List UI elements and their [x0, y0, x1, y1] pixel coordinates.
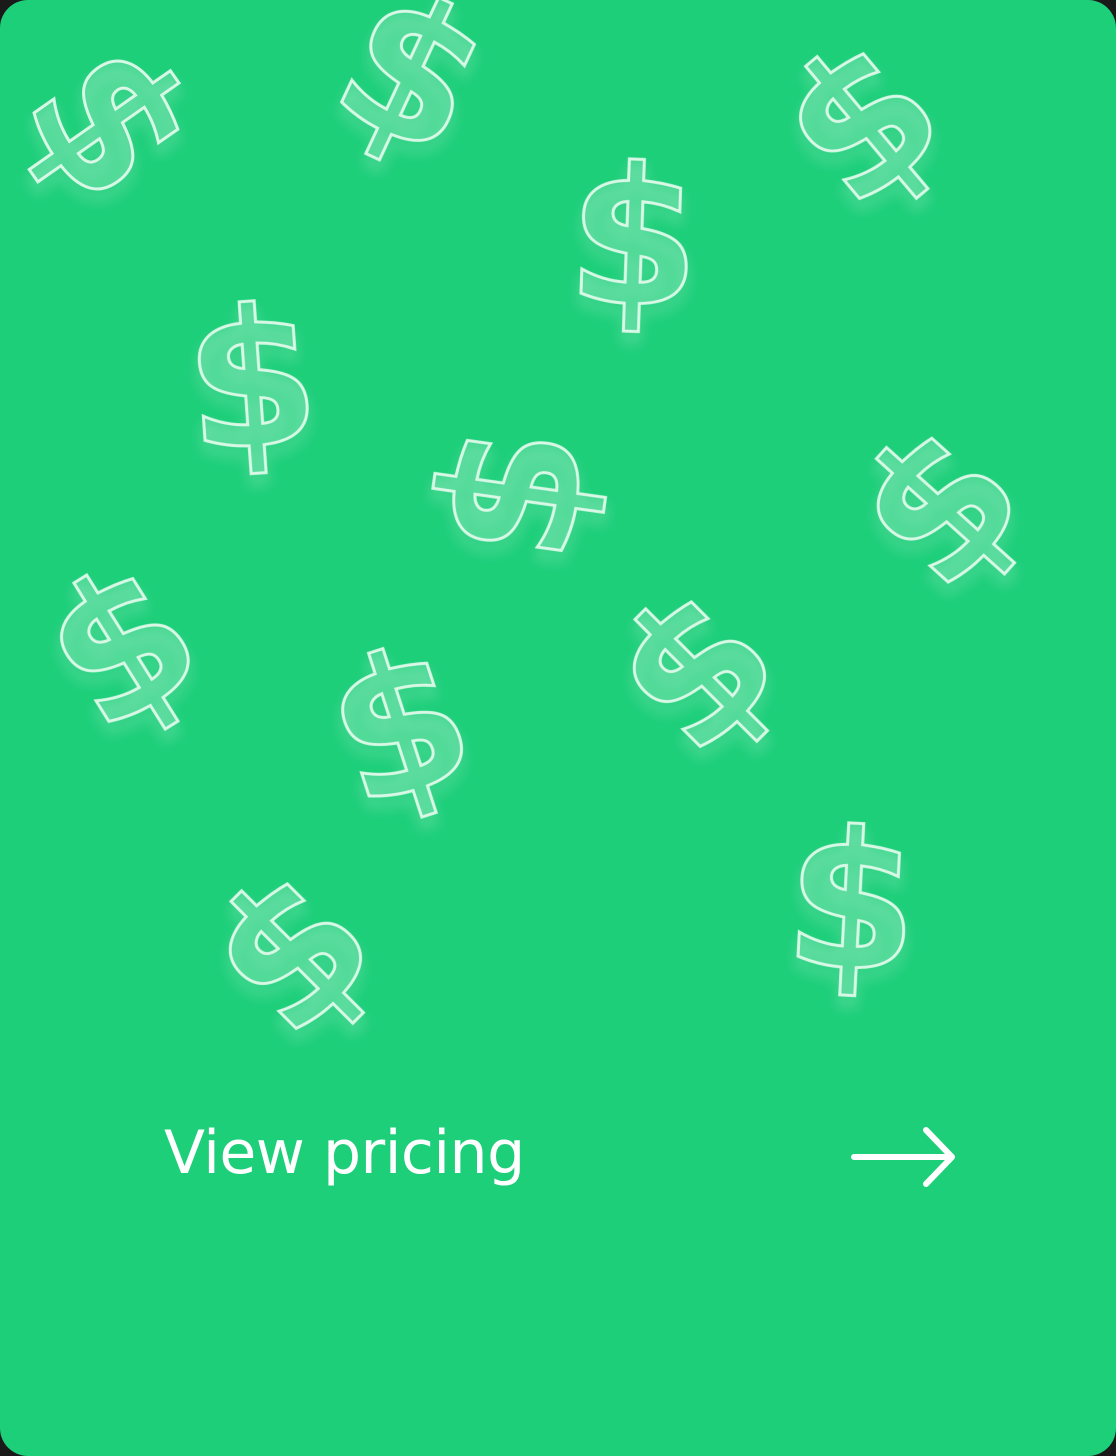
dollar-sign-icon: $	[571, 545, 821, 795]
dollar-sign-icon: $	[178, 265, 325, 495]
view-pricing-label: View pricing	[164, 1118, 525, 1188]
dollar-sign-icon: $	[564, 125, 704, 350]
dollar-sign-icon: $	[740, 0, 983, 249]
dollar-sign-icon: $	[393, 411, 630, 573]
dollar-sign-icon: $	[305, 0, 518, 200]
dollar-sign-icon: $	[814, 383, 1067, 629]
dollar-sign-icon: $	[7, 517, 236, 774]
dollar-pattern-background: $ $ $ $ $ $ $ $ $ $ $ $	[0, 0, 1068, 1078]
dollar-sign-icon: $	[167, 827, 417, 1077]
arrow-right-icon	[851, 1127, 955, 1187]
dollar-sign-icon: $	[303, 600, 497, 851]
pricing-card[interactable]: $ $ $ $ $ $ $ $ $ $ $ $ View pricing	[0, 0, 1116, 1456]
view-pricing-link[interactable]: View pricing	[0, 1100, 1116, 1220]
dollar-sign-icon: $	[780, 788, 924, 1016]
dollar-sign-icon: $	[0, 4, 238, 239]
